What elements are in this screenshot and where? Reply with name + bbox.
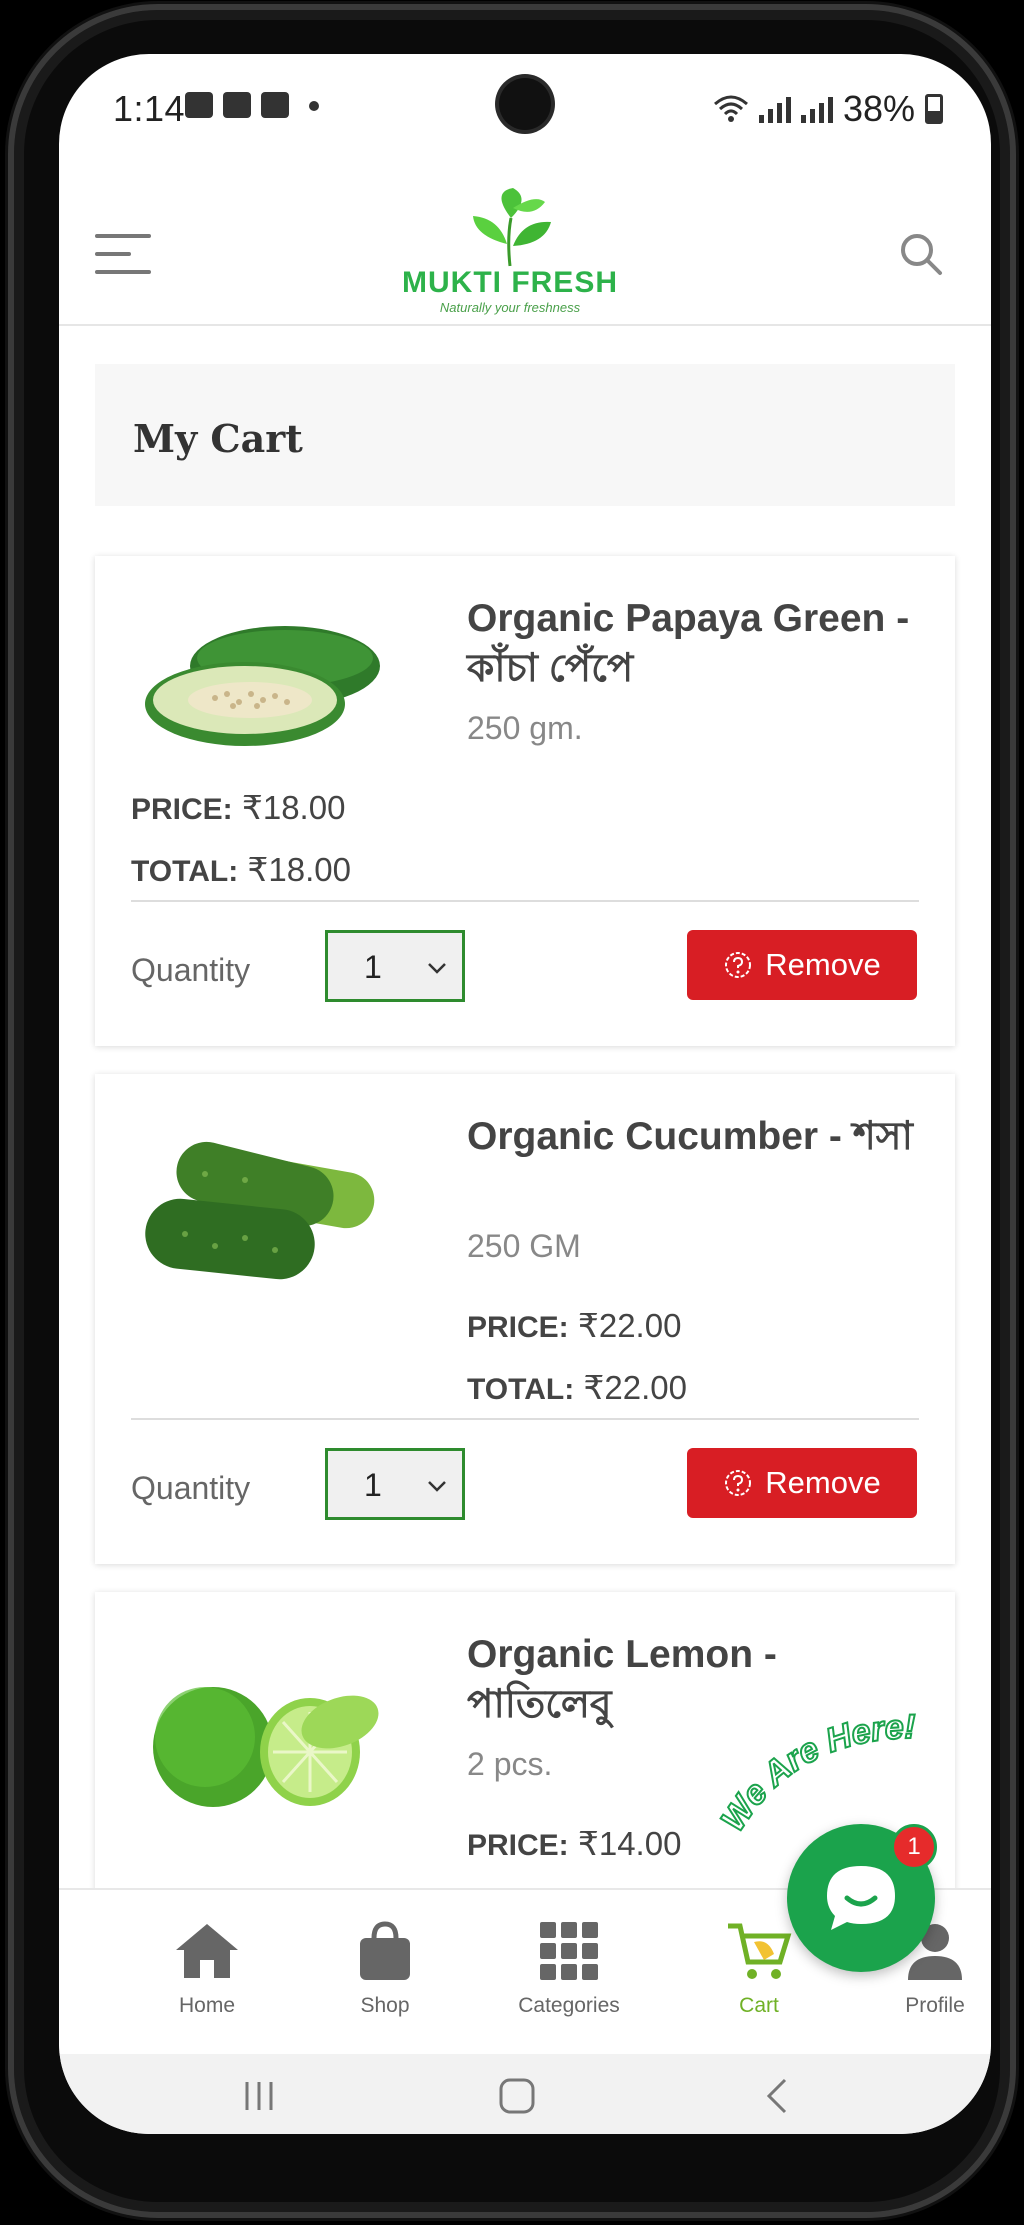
remove-button[interactable]: Remove	[687, 930, 917, 1000]
cart-icon	[728, 1923, 792, 1979]
price-row: PRICE: ₹22.00	[467, 1306, 681, 1345]
signal-icon-2	[800, 95, 833, 123]
price-label: PRICE:	[467, 1829, 569, 1862]
chevron-down-icon	[428, 963, 446, 974]
nav-home-label: Home	[178, 1994, 236, 2017]
product-size: 2 pcs.	[467, 1746, 553, 1782]
price-label: PRICE:	[467, 1311, 569, 1344]
lemon-product-image	[153, 1687, 379, 1807]
price-value: ₹18.00	[241, 789, 346, 826]
remove-label: Remove	[765, 947, 881, 982]
more-notifications-dot-icon	[309, 101, 319, 111]
price-row: PRICE: ₹14.00	[467, 1824, 681, 1863]
total-row: TOTAL: ₹22.00	[467, 1368, 687, 1407]
nav-home[interactable]: Home	[137, 1920, 277, 2018]
nav-profile-label: Profile	[905, 1994, 965, 2017]
search-icon[interactable]	[899, 232, 943, 276]
nav-shop-label: Shop	[360, 1994, 410, 2017]
signal-icon	[758, 95, 791, 123]
app-header: MUKTI FRESH Naturally your freshness	[59, 164, 991, 326]
chat-callout-text: We Are Here!	[719, 1707, 917, 1839]
system-nav-bar	[59, 2054, 991, 2134]
cart-item: Organic Cucumber - শসা 250 GM PRICE: ₹22…	[95, 1074, 955, 1564]
back-icon[interactable]	[763, 2076, 793, 2116]
recent-apps-icon[interactable]	[239, 2078, 279, 2114]
divider	[131, 900, 919, 902]
question-circle-icon	[725, 952, 752, 978]
shopping-bag-icon	[360, 1921, 410, 1980]
total-value: ₹18.00	[247, 851, 351, 888]
cart-item: Organic Papaya Green - কাঁচা পেঁপে 250 g…	[95, 556, 955, 1046]
quantity-value: 1	[364, 1467, 382, 1503]
quantity-select[interactable]: 1	[325, 1448, 465, 1520]
status-right: 38%	[713, 88, 943, 130]
status-bar: 1:14 38%	[59, 54, 991, 164]
chat-badge: 1	[891, 1824, 937, 1870]
battery-icon	[925, 94, 943, 124]
quantity-label: Quantity	[131, 1470, 251, 1506]
chat-callout: We Are Here!	[719, 1707, 917, 1839]
battery-percent: 38%	[842, 88, 915, 129]
hamburger-menu-icon[interactable]	[95, 234, 151, 276]
divider	[131, 1418, 919, 1420]
nav-shop[interactable]: Shop	[315, 1920, 455, 2018]
question-circle-icon	[725, 1470, 752, 1496]
product-size: 250 gm.	[467, 710, 583, 746]
logo-text: MUKTI FRESH	[402, 266, 618, 299]
total-label: TOTAL:	[131, 855, 239, 888]
price-row: PRICE: ₹18.00	[131, 788, 345, 827]
chat-button[interactable]: 1	[787, 1824, 937, 1972]
quantity-value: 1	[364, 949, 382, 985]
phone-frame: 1:14 38% MUKTI FRESH Naturally your fres…	[8, 4, 1016, 2218]
wallet-notification-icon	[261, 92, 289, 118]
cucumber-product-image	[145, 1141, 375, 1280]
remove-button[interactable]: Remove	[687, 1448, 917, 1518]
chat-bubble-icon	[827, 1866, 895, 1930]
front-camera	[499, 78, 551, 130]
status-time: 1:14	[113, 88, 186, 129]
svg-text:We Are Here!: We Are Here!	[719, 1708, 916, 1838]
page-title-box: My Cart	[95, 364, 955, 506]
product-name[interactable]: Organic Papaya Green - কাঁচা পেঁপে	[467, 594, 927, 694]
price-value: ₹14.00	[577, 1825, 682, 1862]
papaya-product-image	[145, 626, 380, 746]
wifi-icon	[713, 95, 748, 122]
quantity-select[interactable]: 1	[325, 930, 465, 1002]
total-row: TOTAL: ₹18.00	[131, 850, 351, 889]
price-value: ₹22.00	[577, 1307, 682, 1344]
screen: 1:14 38% MUKTI FRESH Naturally your fres…	[59, 54, 991, 2134]
remove-label: Remove	[765, 1465, 881, 1500]
gallery-notification-icon	[185, 92, 213, 118]
leaf-logo-icon	[473, 188, 551, 267]
product-name[interactable]: Organic Cucumber - শসা	[467, 1112, 927, 1162]
gmail-notification-icon	[223, 92, 251, 118]
total-value: ₹22.00	[583, 1369, 687, 1406]
brand-logo[interactable]: MUKTI FRESH Naturally your freshness	[395, 188, 625, 318]
quantity-label: Quantity	[131, 952, 251, 988]
chevron-down-icon	[428, 1481, 446, 1492]
logo-tagline: Naturally your freshness	[439, 300, 581, 315]
nav-categories-label: Categories	[518, 1994, 620, 2017]
nav-cart-label: Cart	[739, 1994, 779, 2017]
grid-icon	[540, 1922, 598, 1980]
notification-icons	[185, 92, 319, 118]
cart-content: My Cart Organic Papaya Green - কাঁচা পেঁ…	[59, 328, 991, 1888]
price-label: PRICE:	[131, 793, 233, 826]
home-icon	[176, 1924, 238, 1978]
product-size: 250 GM	[467, 1228, 581, 1264]
total-label: TOTAL:	[467, 1373, 575, 1406]
home-button-icon[interactable]	[497, 2076, 537, 2116]
nav-categories[interactable]: Categories	[499, 1920, 639, 2018]
page-title: My Cart	[133, 416, 303, 461]
